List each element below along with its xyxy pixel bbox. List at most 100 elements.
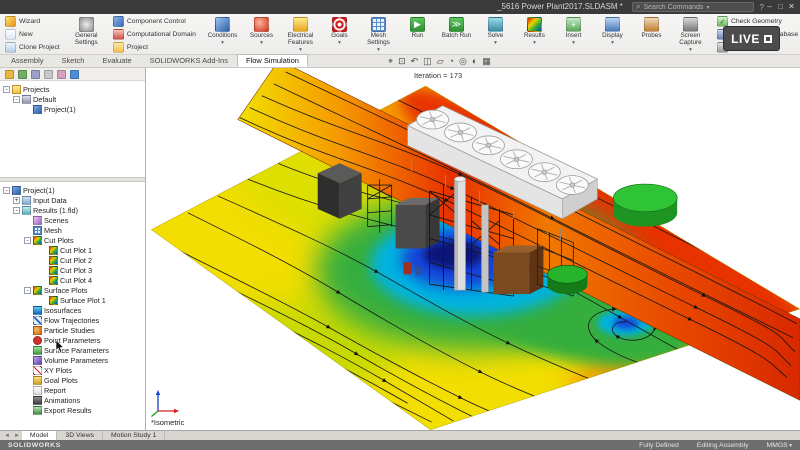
panel-tab-icon[interactable]: [31, 70, 40, 79]
hud-view-icon[interactable]: [411, 55, 419, 68]
expand-toggle-icon[interactable]: [13, 197, 20, 204]
tree-item-label: Cut Plot 4: [60, 276, 92, 285]
ribbon-button[interactable]: Project: [110, 42, 199, 54]
hud-view-icon[interactable]: [459, 55, 467, 68]
ribbon-button[interactable]: Wizard: [2, 16, 63, 28]
tree-item-icon: [12, 85, 21, 94]
ribbon-button[interactable]: Component Control: [110, 16, 199, 28]
tree-item[interactable]: Animations: [0, 395, 145, 405]
tree-item-icon: [33, 386, 42, 395]
status-bar: SOLIDWORKS Fully Defined Editing Assembl…: [0, 440, 800, 450]
expand-toggle-icon[interactable]: [3, 86, 10, 93]
model-tab[interactable]: Model: [22, 431, 58, 441]
ribbon-button[interactable]: Electrical Features: [281, 15, 320, 54]
dropdown-caret-icon: [299, 48, 302, 52]
tab-scroll-left-icon[interactable]: [2, 433, 12, 439]
ribbon-button[interactable]: Sources: [242, 15, 281, 54]
search-caret-icon[interactable]: [706, 4, 709, 11]
model-tab-bar: Model 3D Views Motion Study 1: [0, 430, 800, 440]
model-tab[interactable]: Motion Study 1: [103, 431, 165, 441]
hud-view-icon[interactable]: [423, 55, 432, 68]
ribbon-button[interactable]: Results: [515, 15, 554, 54]
tree-item-icon: [33, 326, 42, 335]
hud-view-icon[interactable]: [388, 55, 393, 68]
panel-tab-icon[interactable]: [5, 70, 14, 79]
ribbon-button[interactable]: Display: [593, 15, 632, 54]
tree-item[interactable]: Project(1): [0, 104, 145, 114]
minimize-button[interactable]: –: [764, 0, 775, 14]
expand-toggle-icon[interactable]: [3, 187, 10, 194]
ribbon-button[interactable]: Clone Project: [2, 42, 63, 54]
ribbon-button[interactable]: Solve: [476, 15, 515, 54]
tree-item[interactable]: Cut Plots: [0, 235, 145, 245]
command-tab[interactable]: Evaluate: [93, 54, 140, 67]
command-tab-label: Evaluate: [102, 56, 131, 65]
panel-tab-icon[interactable]: [44, 70, 53, 79]
panel-tab-icon[interactable]: [18, 70, 27, 79]
expand-toggle-icon[interactable]: [13, 207, 20, 214]
tree-item[interactable]: Particle Studies: [0, 325, 145, 335]
flow-simulation-ribbon: Wizard New Clone Project General Setting…: [0, 14, 800, 55]
tree-item[interactable]: Flow Trajectories: [0, 315, 145, 325]
tree-item[interactable]: Surface Parameters: [0, 345, 145, 355]
expand-toggle-icon[interactable]: [13, 96, 20, 103]
tree-item[interactable]: Project(1): [0, 185, 145, 195]
tree-item[interactable]: Default: [0, 94, 145, 104]
close-button[interactable]: ✕: [786, 0, 797, 14]
expand-toggle-icon[interactable]: [24, 287, 31, 294]
panel-tab-icon[interactable]: [70, 70, 79, 79]
tree-item[interactable]: Export Results: [0, 405, 145, 415]
tree-item[interactable]: Report: [0, 385, 145, 395]
tree-item[interactable]: Volume Parameters: [0, 355, 145, 365]
ribbon-button[interactable]: Conditions: [203, 15, 242, 54]
model-tab[interactable]: 3D Views: [57, 431, 103, 441]
ribbon-button[interactable]: Mesh Settings: [359, 15, 398, 54]
tree-item[interactable]: Cut Plot 2: [0, 255, 145, 265]
ribbon-button[interactable]: Run: [398, 15, 437, 54]
ribbon-button[interactable]: Probes: [632, 15, 671, 54]
tree-item[interactable]: Scenes: [0, 215, 145, 225]
tree-item[interactable]: Goal Plots: [0, 375, 145, 385]
ribbon-button[interactable]: New: [2, 29, 63, 41]
maximize-button[interactable]: □: [775, 0, 786, 14]
hud-view-icon[interactable]: [449, 55, 454, 68]
general-settings-button[interactable]: General Settings: [67, 15, 106, 54]
search-commands-box[interactable]: Search Commands: [632, 2, 754, 12]
tab-scroll-right-icon[interactable]: [12, 433, 22, 439]
hud-view-icon[interactable]: [398, 55, 406, 68]
tree-item[interactable]: Surface Plot 1: [0, 295, 145, 305]
command-tab[interactable]: Sketch: [53, 54, 94, 67]
tree-item[interactable]: Results (1.fld): [0, 205, 145, 215]
tree-item-label: Project(1): [44, 105, 76, 114]
tree-item[interactable]: XY Plots: [0, 365, 145, 375]
command-tab[interactable]: Assembly: [2, 54, 53, 67]
tree-item[interactable]: Surface Plots: [0, 285, 145, 295]
ribbon-icon: [5, 16, 16, 27]
ribbon-button[interactable]: Screen Capture: [671, 15, 710, 54]
results-tree: Project(1) Input Data Results (1.fld): [0, 182, 145, 426]
hud-view-icon[interactable]: [482, 55, 491, 68]
ribbon-button[interactable]: Batch Run: [437, 15, 476, 54]
tree-item[interactable]: Point Parameters: [0, 335, 145, 345]
command-tab[interactable]: Flow Simulation: [237, 54, 308, 67]
tree-item[interactable]: Cut Plot 3: [0, 265, 145, 275]
panel-tab-icon[interactable]: [57, 70, 66, 79]
dropdown-caret-icon: [377, 48, 380, 52]
graphics-area[interactable]: Iteration = 173 *Isometric: [146, 68, 800, 430]
expand-toggle-icon[interactable]: [24, 237, 31, 244]
tree-item[interactable]: Input Data: [0, 195, 145, 205]
tree-item[interactable]: Cut Plot 1: [0, 245, 145, 255]
ribbon-button[interactable]: Insert: [554, 15, 593, 54]
tree-item-label: Export Results: [44, 406, 91, 415]
ribbon-button-label: Solve: [488, 33, 504, 40]
command-tab[interactable]: SOLIDWORKS Add-Ins: [141, 54, 237, 67]
search-placeholder: Search Commands: [643, 4, 703, 11]
tree-item[interactable]: Isosurfaces: [0, 305, 145, 315]
ribbon-button[interactable]: Computational Domain: [110, 29, 199, 41]
tree-item[interactable]: Mesh: [0, 225, 145, 235]
hud-view-icon[interactable]: [472, 55, 477, 68]
tree-item[interactable]: Projects: [0, 84, 145, 94]
hud-view-icon[interactable]: [437, 55, 444, 68]
ribbon-button[interactable]: Goals: [320, 15, 359, 54]
tree-item[interactable]: Cut Plot 4: [0, 275, 145, 285]
